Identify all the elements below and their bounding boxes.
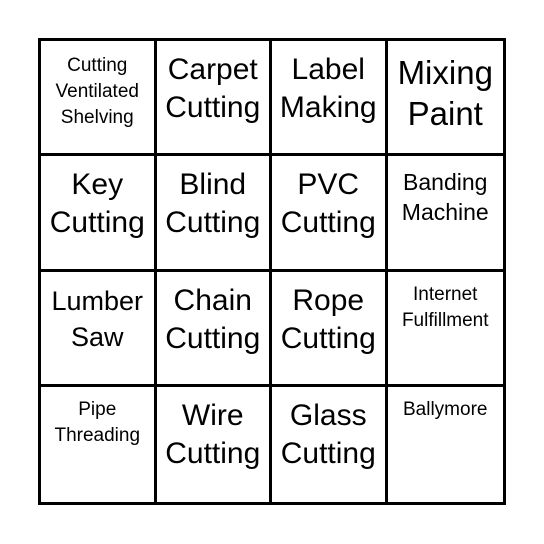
bingo-cell[interactable]: Cutting Ventilated Shelving	[41, 41, 157, 157]
cell-label: Rope Cutting	[280, 283, 376, 355]
bingo-cell[interactable]: Internet Fulfillment	[387, 272, 503, 387]
bingo-cell[interactable]: Pipe Threading	[41, 386, 157, 502]
bingo-cell[interactable]: Key Cutting	[41, 156, 157, 272]
cell-label: Mixing Paint	[397, 54, 493, 132]
cell-label: Glass Cutting	[280, 398, 376, 470]
bingo-cell[interactable]: Chain Cutting	[156, 271, 272, 387]
cell-label: Cutting Ventilated Shelving	[55, 55, 139, 128]
cell-label: PVC Cutting	[280, 168, 376, 240]
bingo-cell[interactable]: Glass Cutting	[272, 386, 388, 502]
bingo-cell[interactable]: Mixing Paint	[387, 41, 503, 157]
cell-label: Carpet Cutting	[165, 53, 261, 124]
bingo-cell[interactable]: PVC Cutting	[272, 156, 388, 272]
cell-label: Ballymore	[403, 398, 488, 420]
bingo-cell[interactable]: Lumber Saw	[41, 271, 157, 387]
bingo-card: Cutting Ventilated Shelving Carpet Cutti…	[38, 38, 506, 505]
bingo-cell[interactable]: Banding Machine	[387, 156, 503, 272]
bingo-cell[interactable]: Wire Cutting	[157, 386, 272, 502]
cell-label: Internet Fulfillment	[401, 283, 489, 331]
bingo-cell[interactable]: Carpet Cutting	[156, 41, 272, 157]
cell-label: Pipe Threading	[54, 398, 141, 446]
cell-label: Key Cutting	[49, 168, 145, 240]
cell-label: Lumber Saw	[51, 285, 144, 352]
bingo-cell[interactable]: Ballymore	[388, 387, 504, 502]
cell-label: Wire Cutting	[165, 398, 261, 470]
cell-label: Chain Cutting	[165, 283, 261, 355]
bingo-cell[interactable]: Rope Cutting	[272, 271, 388, 387]
cell-label: Banding Machine	[401, 169, 489, 226]
bingo-cell[interactable]: Blind Cutting	[156, 156, 272, 272]
cell-label: Blind Cutting	[165, 168, 261, 240]
cell-label: Label Making	[279, 53, 377, 124]
bingo-cell[interactable]: Label Making	[272, 41, 388, 157]
